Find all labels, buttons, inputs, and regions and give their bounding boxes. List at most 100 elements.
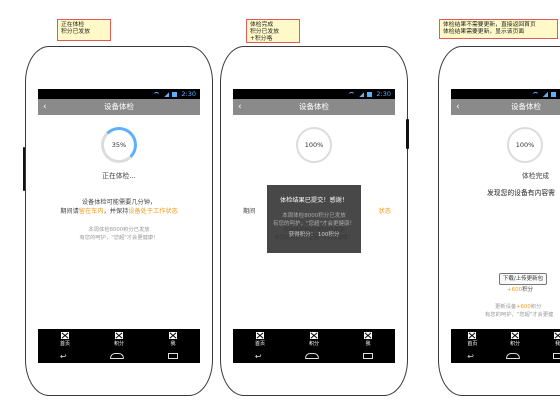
wifi-icon bbox=[347, 91, 355, 98]
page-title: 设备体检 bbox=[299, 102, 329, 111]
note-line: +积分咯 bbox=[250, 36, 273, 42]
nav-home-icon[interactable] bbox=[506, 353, 521, 359]
tab-label: 首页 bbox=[254, 340, 265, 347]
me-tab-icon bbox=[364, 331, 372, 339]
nav-bar: ↩ bbox=[38, 349, 200, 363]
tab-bar: 首页 积分 我 bbox=[233, 329, 395, 349]
info-line-2: 期间请留在车内，并保持设备处于工作状态 bbox=[38, 206, 200, 215]
highlight-text: 设备处于工作状态 bbox=[128, 208, 178, 215]
title-bar: ‹ 设备体检 bbox=[233, 99, 395, 115]
progress-ring: 100% bbox=[507, 127, 543, 163]
highlight-text: 留在车内 bbox=[78, 208, 104, 215]
points-note: 本周体检8000积分已发放 bbox=[88, 227, 150, 233]
title-bar: ‹ 设备体检 bbox=[38, 99, 200, 115]
nav-back-icon[interactable]: ↩ bbox=[255, 352, 262, 361]
highlight-text: 状态 bbox=[378, 208, 391, 215]
screen-complete: 2:30 ‹ 设备体检 100% 体检完成 发现您的设备有内容需 下载/上传更新… bbox=[451, 89, 560, 363]
info-text: ，并保持 bbox=[103, 208, 129, 215]
tab-bar: 首页 积分 我 bbox=[38, 329, 200, 349]
tab-home[interactable]: 首页 bbox=[233, 329, 287, 349]
tab-points[interactable]: 积分 bbox=[494, 329, 537, 349]
dialog-care-note: 有您的呵护，"您超"才会更健康！ bbox=[272, 221, 356, 227]
progress-percent: 100% bbox=[515, 141, 535, 149]
tab-label: 我 bbox=[365, 340, 371, 347]
done-status: 体检完成 bbox=[521, 172, 550, 180]
info-text: 期间请 bbox=[60, 208, 79, 215]
signal-icon bbox=[163, 92, 169, 97]
update-points-note: 更新设备+600积分 bbox=[495, 302, 541, 310]
points-unit: 积分 bbox=[522, 287, 534, 293]
tab-bar: 首页 积分 我 bbox=[451, 329, 560, 349]
back-arrow-icon[interactable]: ‹ bbox=[43, 99, 47, 115]
nav-back-icon[interactable]: ↩ bbox=[60, 352, 67, 361]
signal-icon bbox=[542, 92, 548, 97]
dialog-points-note: 本周体检8000积分已发放 bbox=[282, 213, 346, 219]
page-title: 设备体检 bbox=[104, 102, 134, 111]
info-text: 期间 bbox=[243, 208, 256, 215]
dialog-points-earned: 获得积分： 100积分 bbox=[288, 232, 340, 238]
note-line: 正在体检 bbox=[61, 22, 85, 28]
phone-mockup-2: 2:30 ‹ 设备体检 100% 期间 状态 本周体检8000积分已发放 有您的呵… bbox=[220, 46, 409, 396]
status-time: 2:30 bbox=[181, 90, 196, 98]
points-value: 600 bbox=[511, 287, 523, 293]
dialog-title: 体检结果已提交！感谢！ bbox=[279, 197, 349, 204]
tab-label: 积分 bbox=[113, 340, 124, 347]
progress-percent: 35% bbox=[111, 141, 127, 149]
status-bar: 2:30 bbox=[233, 89, 395, 99]
tab-home[interactable]: 首页 bbox=[451, 329, 494, 349]
page-title: 设备体检 bbox=[511, 102, 541, 111]
found-update-text: 发现您的设备有内容需 bbox=[487, 189, 555, 197]
screen-submitted: 2:30 ‹ 设备体检 100% 期间 状态 本周体检8000积分已发放 有您的呵… bbox=[233, 89, 395, 363]
submitted-dialog: 体检结果已提交！感谢！ 本周体检8000积分已发放 有您的呵护，"您超"才会更健… bbox=[267, 185, 361, 253]
nav-home-icon[interactable] bbox=[305, 353, 320, 359]
title-bar: ‹ 设备体检 bbox=[451, 99, 560, 115]
tab-me[interactable]: 我 bbox=[146, 329, 200, 349]
battery-icon bbox=[367, 92, 373, 97]
wifi-icon bbox=[152, 91, 160, 98]
points-tab-icon bbox=[310, 331, 318, 339]
nav-back-icon[interactable]: ↩ bbox=[467, 352, 474, 361]
content-area: 35% 正在体检... 设备体检可能需要几分钟， 期间请留在车内，并保持设备处于… bbox=[38, 115, 200, 335]
progress-percent: 100% bbox=[304, 141, 324, 149]
status-bar: 2:30 bbox=[451, 89, 560, 99]
tab-home[interactable]: 首页 bbox=[38, 329, 92, 349]
download-update-button[interactable]: 下载/上传更新包 bbox=[499, 273, 547, 285]
tab-label: 首页 bbox=[467, 340, 478, 347]
tab-me[interactable]: 我 bbox=[341, 329, 395, 349]
note-line: 体检完成 bbox=[250, 22, 274, 28]
me-tab-icon bbox=[169, 331, 177, 339]
tab-label: 我 bbox=[555, 340, 560, 347]
home-tab-icon bbox=[61, 331, 69, 339]
battery-icon bbox=[551, 92, 557, 97]
me-tab-icon bbox=[553, 331, 560, 339]
tab-me[interactable]: 我 bbox=[536, 329, 560, 349]
points-earned: +600积分 bbox=[507, 285, 533, 293]
screen-checking: 2:30 ‹ 设备体检 35% 正在体检... 设备体检可能需要几分钟， 期间请… bbox=[38, 89, 200, 363]
back-arrow-icon[interactable]: ‹ bbox=[456, 99, 460, 115]
status-time: 2:30 bbox=[376, 90, 391, 98]
phone-mockup-3: 2:30 ‹ 设备体检 100% 体检完成 发现您的设备有内容需 下载/上传更新… bbox=[438, 46, 560, 396]
nav-recent-icon[interactable] bbox=[363, 353, 374, 359]
care-note: 有您的呵护，"您超"才会更健 bbox=[485, 312, 554, 318]
points-tab-icon bbox=[115, 331, 123, 339]
nav-home-icon[interactable] bbox=[110, 353, 125, 359]
checking-status: 正在体检... bbox=[102, 172, 136, 180]
signal-icon bbox=[358, 92, 364, 97]
home-tab-icon bbox=[468, 331, 477, 339]
annotation-note-1: 正在体检 积分已发放 bbox=[57, 19, 111, 41]
note-line: 积分已发放 bbox=[61, 29, 90, 35]
power-button bbox=[23, 147, 25, 191]
back-arrow-icon[interactable]: ‹ bbox=[238, 99, 242, 115]
tab-points[interactable]: 积分 bbox=[92, 329, 146, 349]
volume-button bbox=[406, 119, 409, 149]
info-line-1: 设备体检可能需要几分钟， bbox=[81, 199, 157, 206]
wifi-icon bbox=[531, 91, 539, 98]
battery-icon bbox=[172, 92, 178, 97]
nav-recent-icon[interactable] bbox=[168, 353, 179, 359]
tab-label: 我 bbox=[170, 340, 176, 347]
tab-points[interactable]: 积分 bbox=[287, 329, 341, 349]
nav-recent-icon[interactable] bbox=[552, 353, 560, 359]
note-line: 体检结果需要更新，显示该页面 bbox=[443, 29, 525, 35]
phone-mockup-1: 2:30 ‹ 设备体检 35% 正在体检... 设备体检可能需要几分钟， 期间请… bbox=[23, 46, 213, 396]
home-tab-icon bbox=[256, 331, 264, 339]
